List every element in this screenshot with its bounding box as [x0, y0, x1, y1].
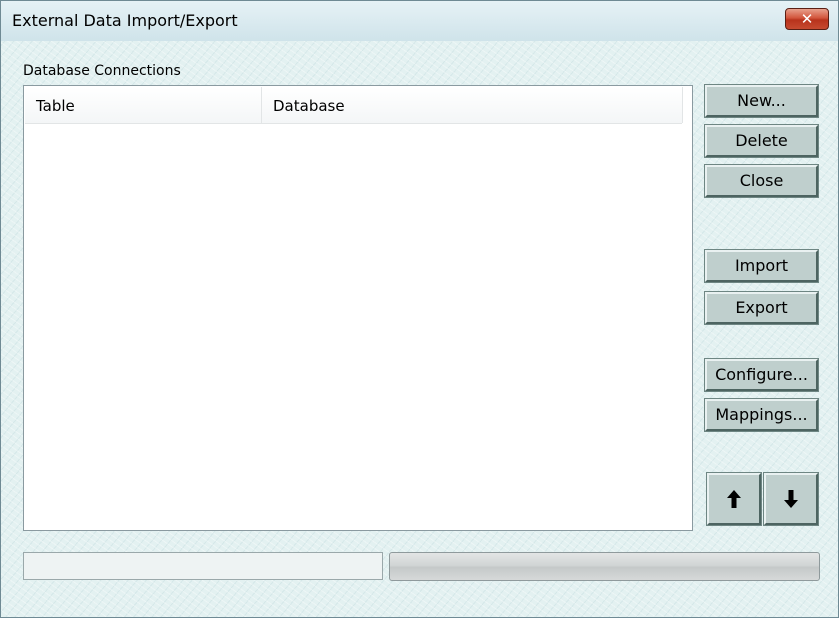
list-header: Table Database [25, 87, 683, 124]
mappings-button[interactable]: Mappings... [704, 398, 819, 432]
export-button[interactable]: Export [704, 291, 819, 325]
close-window-button[interactable]: ✕ [785, 8, 829, 30]
column-header-database[interactable]: Database [262, 87, 682, 123]
arrow-down-icon [781, 490, 801, 516]
database-connections-list[interactable]: Table Database [23, 85, 693, 531]
move-down-button[interactable] [763, 472, 819, 526]
title-bar: External Data Import/Export ✕ [1, 1, 838, 41]
move-up-button[interactable] [706, 472, 762, 526]
window-title: External Data Import/Export [12, 11, 238, 30]
status-text-field [23, 552, 383, 580]
column-header-table[interactable]: Table [25, 87, 261, 123]
close-button[interactable]: Close [704, 164, 819, 198]
new-button[interactable]: New... [704, 84, 819, 118]
database-connections-label: Database Connections [23, 63, 181, 79]
arrow-up-icon [724, 490, 744, 516]
progress-bar [389, 552, 820, 581]
configure-button[interactable]: Configure... [704, 358, 819, 392]
import-export-dialog: External Data Import/Export ✕ Database C… [0, 0, 839, 618]
close-icon: ✕ [800, 10, 814, 28]
column-divider[interactable] [682, 87, 683, 123]
import-button[interactable]: Import [704, 249, 819, 283]
delete-button[interactable]: Delete [704, 124, 819, 158]
